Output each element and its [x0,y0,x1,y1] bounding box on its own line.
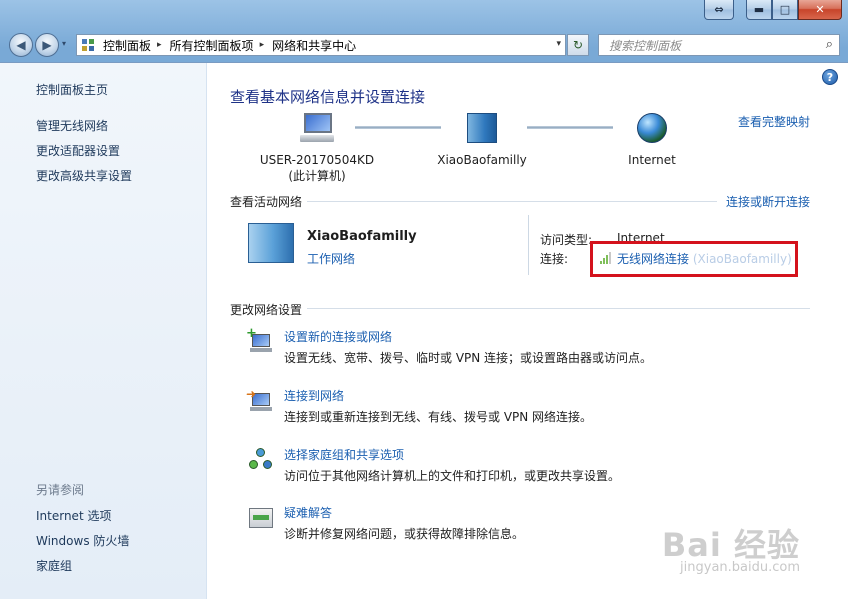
sidebar-item-advanced-sharing[interactable]: 更改高级共享设置 [36,167,132,184]
refresh-button[interactable]: ↻ [567,34,589,56]
page-title: 查看基本网络信息并设置连接 [230,88,426,106]
network-building-icon [467,113,497,143]
breadcrumb-item[interactable]: 网络和共享中心 [272,37,356,54]
task-title-link[interactable]: 连接到网络 [284,387,344,404]
sidebar-item-internet-options[interactable]: Internet 选项 [36,507,111,524]
breadcrumb-item[interactable]: 控制面板 ▸ [103,37,170,54]
window-frame: ⇔ ▬ □ ✕ ◀ ▶ ▾ 控制面板 ▸ 所有控制面板项 ▸ 网络和共享中心 ▾… [0,0,848,599]
breadcrumb-label[interactable]: 控制面板 [103,37,151,54]
search-input[interactable]: 搜索控制面板 ⌕ [598,34,840,56]
see-also-heading: 另请参阅 [36,483,85,497]
internet-label: Internet [628,153,676,167]
restore-layout-button[interactable]: ⇔ [704,0,734,20]
annotation-highlight-box [590,241,798,277]
computer-icon [300,113,334,143]
connect-disconnect-link[interactable]: 连接或断开连接 [726,193,810,210]
map-connector-line [527,126,613,129]
change-settings-heading: 更改网络设置 [230,303,303,317]
recent-pages-dropdown[interactable]: ▾ [62,39,66,48]
active-networks-heading: 查看活动网络 [230,195,303,209]
main-panel: ? 查看基本网络信息并设置连接 查看完整映射 USER-20170504KD (… [207,63,848,599]
sidebar: 控制面板主页 管理无线网络 更改适配器设置 更改高级共享设置 另请参阅 Inte… [0,63,207,599]
view-full-map-link[interactable]: 查看完整映射 [738,113,810,130]
map-node-computer[interactable]: USER-20170504KD (此计算机) [257,113,377,184]
search-placeholder: 搜索控制面板 [609,38,682,53]
content-area: 控制面板主页 管理无线网络 更改适配器设置 更改高级共享设置 另请参阅 Inte… [0,62,848,599]
task-description: 诊断并修复网络问题，或获得故障排除信息。 [284,527,525,541]
map-node-internet[interactable]: Internet [607,113,697,167]
troubleshoot-icon [248,506,274,530]
breadcrumb-label[interactable]: 所有控制面板项 [170,37,254,54]
sidebar-item-adapter-settings[interactable]: 更改适配器设置 [36,142,120,159]
connection-label: 连接: [540,252,569,266]
new-connection-icon: + [246,326,274,354]
computer-subtitle: (此计算机) [288,169,346,183]
maximize-button[interactable]: □ [772,0,798,20]
task-description: 连接到或重新连接到无线、有线、拨号或 VPN 网络连接。 [284,410,593,424]
network-location-link[interactable]: 工作网络 [307,250,355,267]
active-network-name: XiaoBaofamilly [307,229,417,244]
breadcrumb-chevron-icon[interactable]: ▸ [260,40,265,50]
search-icon[interactable]: ⌕ [826,37,833,52]
baidu-jingyan-watermark: Bai 经验 jingyan.baidu.com [640,520,800,580]
breadcrumb-label[interactable]: 网络和共享中心 [272,37,356,54]
watermark-logo: Bai 经验 [661,526,800,564]
task-title-link[interactable]: 选择家庭组和共享选项 [284,446,404,463]
address-dropdown-icon[interactable]: ▾ [556,39,561,49]
sidebar-item-windows-firewall[interactable]: Windows 防火墙 [36,532,129,549]
task-title-link[interactable]: 设置新的连接或网络 [284,328,392,345]
network-building-icon [248,223,294,263]
navigation-bar: ◀ ▶ ▾ 控制面板 ▸ 所有控制面板项 ▸ 网络和共享中心 ▾ ↻ 搜索控制面… [0,30,848,60]
task-title-link[interactable]: 疑难解答 [284,504,332,521]
caption-buttons: ⇔ ▬ □ ✕ [704,0,842,20]
back-button[interactable]: ◀ [9,33,33,57]
vertical-divider [528,215,529,275]
map-node-network[interactable]: XiaoBaofamilly [429,113,535,167]
sidebar-item-manage-wireless[interactable]: 管理无线网络 [36,117,108,134]
connect-network-icon: ➜ [246,387,274,413]
network-name: XiaoBaofamilly [437,153,527,167]
breadcrumb-item[interactable]: 所有控制面板项 ▸ [170,37,273,54]
sidebar-item-control-panel-home[interactable]: 控制面板主页 [36,81,108,98]
minimize-button[interactable]: ▬ [746,0,772,20]
address-bar[interactable]: 控制面板 ▸ 所有控制面板项 ▸ 网络和共享中心 ▾ [76,34,566,56]
computer-name: USER-20170504KD [259,153,375,167]
task-description: 设置无线、宽带、拨号、临时或 VPN 连接；或设置路由器或访问点。 [284,351,653,365]
homegroup-icon [248,448,274,472]
help-icon[interactable]: ? [822,69,838,85]
access-type-label: 访问类型: [540,233,593,247]
breadcrumb-chevron-icon[interactable]: ▸ [157,40,162,50]
watermark-url: jingyan.baidu.com [680,560,800,575]
section-divider [307,308,810,309]
close-button[interactable]: ✕ [798,0,842,20]
globe-icon [637,113,667,143]
forward-button[interactable]: ▶ [35,33,59,57]
control-panel-icon [81,38,97,52]
sidebar-item-homegroup[interactable]: 家庭组 [36,557,72,574]
section-divider [307,201,717,202]
task-description: 访问位于其他网络计算机上的文件和打印机，或更改共享设置。 [284,469,621,483]
